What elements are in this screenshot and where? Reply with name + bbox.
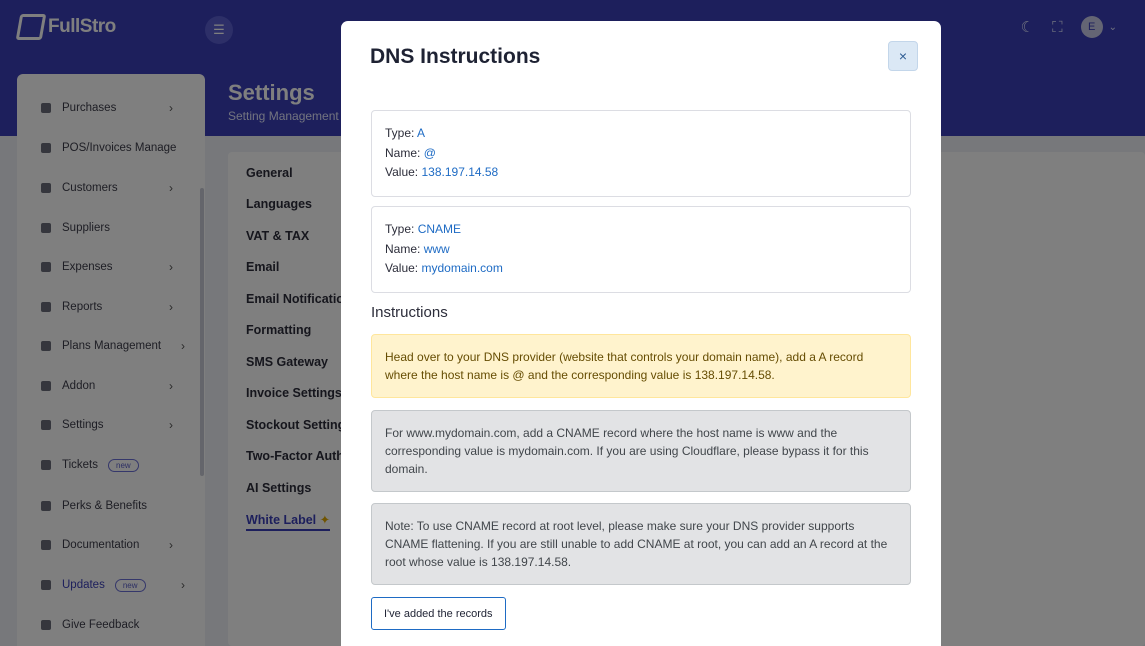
record-type-label: Type: bbox=[385, 222, 415, 236]
record-name-row: Name: @ bbox=[385, 144, 897, 164]
modal-title: DNS Instructions bbox=[370, 45, 541, 68]
record-type-label: Type: bbox=[385, 126, 415, 140]
instructions-heading: Instructions bbox=[371, 304, 448, 321]
record-value-value: mydomain.com bbox=[421, 261, 503, 275]
record-name-label: Name: bbox=[385, 145, 421, 160]
instruction-a-record: Head over to your DNS provider (website … bbox=[371, 334, 911, 398]
dns-record-a: Type: A Name: @ Value: 138.197.14.58 bbox=[371, 110, 911, 197]
record-name-row: Name: www bbox=[385, 240, 897, 260]
record-value-row: Value: mydomain.com bbox=[385, 259, 897, 279]
instruction-cname-record: For www.mydomain.com, add a CNAME record… bbox=[371, 410, 911, 492]
instruction-root-note: Note: To use CNAME record at root level,… bbox=[371, 503, 911, 585]
dns-instructions-modal: DNS Instructions × Type: A Name: @ Value… bbox=[341, 21, 941, 646]
record-value-label: Value: bbox=[385, 165, 419, 179]
record-name-label: Name: bbox=[385, 241, 421, 256]
record-value-row: Value: 138.197.14.58 bbox=[385, 163, 897, 183]
record-value-label: Value: bbox=[385, 261, 419, 275]
records-added-button[interactable]: I've added the records bbox=[371, 597, 506, 630]
close-icon: × bbox=[898, 48, 908, 64]
record-type-row: Type: CNAME bbox=[385, 220, 897, 240]
record-type-value: A bbox=[417, 126, 426, 140]
record-name-value: www bbox=[423, 241, 450, 256]
record-type-row: Type: A bbox=[385, 124, 897, 144]
dns-record-cname: Type: CNAME Name: www Value: mydomain.co… bbox=[371, 206, 911, 293]
record-name-value: @ bbox=[423, 145, 436, 160]
record-type-value: CNAME bbox=[417, 222, 462, 236]
record-value-value: 138.197.14.58 bbox=[421, 165, 499, 179]
close-button[interactable]: × bbox=[888, 41, 918, 71]
